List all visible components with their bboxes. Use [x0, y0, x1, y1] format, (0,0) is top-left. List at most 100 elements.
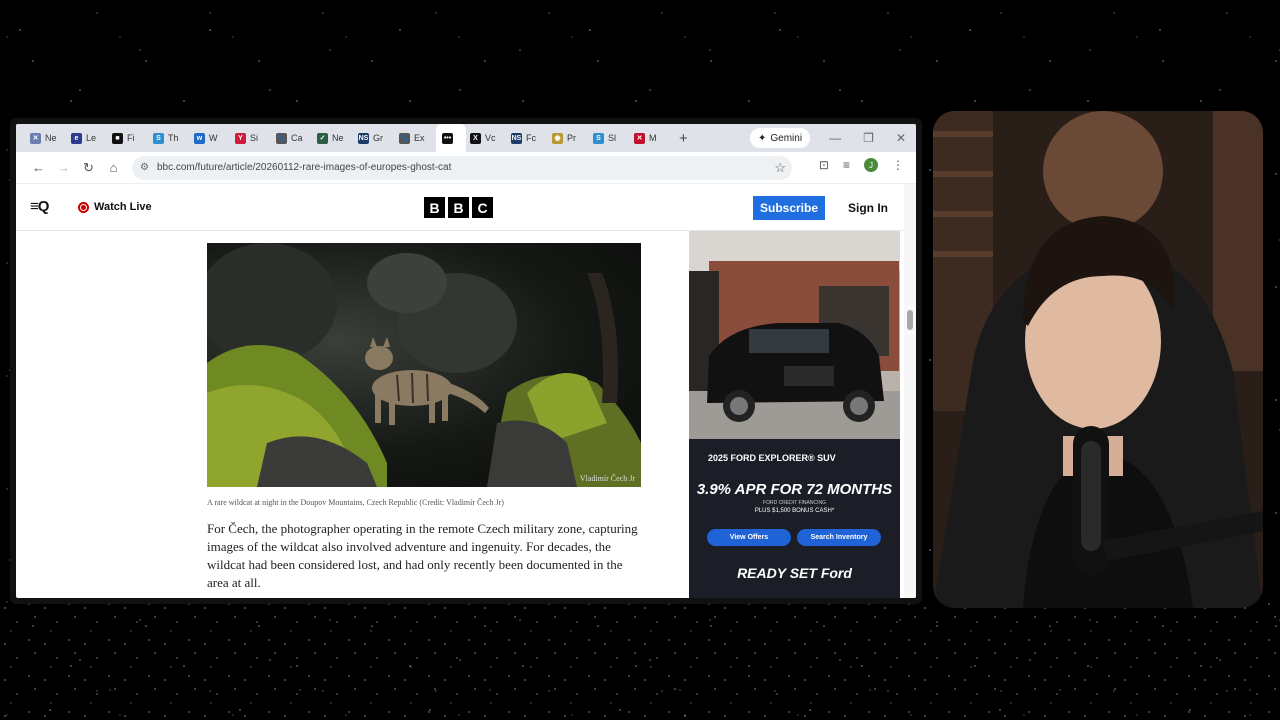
ad-financing-text: FORD CREDIT FINANCING — [763, 500, 826, 506]
tab-favicon-icon: 🐾 — [399, 132, 410, 144]
subscribe-button[interactable]: Subscribe — [753, 196, 825, 220]
profile-avatar[interactable]: J — [864, 158, 878, 172]
tab[interactable]: ■ Fi — [108, 124, 149, 152]
tab-favicon-icon: Y — [235, 132, 246, 144]
tab-bar: ✕NeeLe■FiSThwWYSi🐾Ca✓NeNSGr🐾Ex•••✕XVcNSF… — [16, 124, 916, 152]
ford-advertisement[interactable]: 2025 FORD EXPLORER® SUV 3.9% APR FOR 72 … — [689, 231, 900, 598]
window-controls: — ❐ ✕ — [829, 124, 906, 152]
tab-favicon-icon: ••• — [442, 132, 453, 144]
url-field[interactable]: ⚙ bbc.com/future/article/20260112-rare-i… — [132, 155, 792, 180]
tab[interactable]: Y Si — [231, 124, 272, 152]
tab[interactable]: 🐾 Ca — [272, 124, 313, 152]
logo-block-1: B — [424, 197, 445, 218]
tab[interactable]: NS Gr — [354, 124, 395, 152]
forward-icon[interactable]: → — [51, 160, 76, 175]
tab[interactable]: ✕ Ne — [26, 124, 67, 152]
address-bar-row: ← → ↻ ⌂ ⚙ bbc.com/future/article/2026011… — [16, 152, 916, 184]
logo-block-3: C — [472, 197, 493, 218]
tab-label: Ne — [332, 133, 344, 143]
sign-in-link[interactable]: Sign In — [848, 201, 888, 215]
tab[interactable]: wW — [190, 124, 231, 152]
view-offers-button[interactable]: View Offers — [707, 529, 791, 546]
bbc-header: ≡Q Watch Live B B C Subscribe Sign In — [16, 184, 904, 231]
back-icon[interactable]: ← — [26, 160, 51, 175]
maximize-icon[interactable]: ❐ — [863, 131, 874, 145]
tab-label: W — [209, 133, 218, 143]
tab[interactable]: ✓ Ne — [313, 124, 354, 152]
tab-label: Vc — [485, 133, 496, 143]
tab-label: M — [649, 133, 657, 143]
ad-model-text: 2025 FORD EXPLORER® SUV — [708, 453, 836, 463]
tab-favicon-icon: ■ — [112, 132, 123, 144]
ad-car-photo — [689, 231, 900, 439]
gemini-label: Gemini — [770, 132, 803, 144]
bbc-logo[interactable]: B B C — [424, 197, 493, 218]
tab-label: Gr — [373, 133, 383, 143]
tab-favicon-icon: ✕ — [30, 132, 41, 144]
tab-favicon-icon: 🐾 — [276, 132, 287, 144]
tab-label: Sl — [608, 133, 617, 143]
ad-apr-text: 3.9% APR FOR 72 MONTHS — [696, 481, 893, 498]
tab-favicon-icon: ✓ — [317, 132, 328, 144]
watch-live-link[interactable]: Watch Live — [78, 201, 152, 213]
tab[interactable]: ◉ Pr — [548, 124, 589, 152]
home-icon[interactable]: ⌂ — [101, 160, 126, 175]
streamer-webcam-image — [933, 111, 1263, 608]
tab[interactable]: X Vc — [466, 124, 507, 152]
menu-search-icon[interactable]: ≡Q — [30, 198, 49, 215]
watch-live-label: Watch Live — [94, 201, 152, 213]
browser-window: ✕NeeLe■FiSThwWYSi🐾Ca✓NeNSGr🐾Ex•••✕XVcNSF… — [16, 124, 916, 598]
ad-slogan: READY SET Ford — [737, 565, 852, 581]
sparkle-icon: ✦ — [758, 132, 767, 144]
tab-favicon-icon: S — [593, 132, 604, 144]
article-paragraph: For Čech, the photographer operating in … — [207, 521, 638, 590]
tab[interactable]: 🐾 Ex — [395, 124, 436, 152]
site-settings-icon[interactable]: ⚙ — [140, 162, 149, 173]
live-dot-icon — [78, 201, 89, 213]
tab-favicon-icon: ◉ — [552, 132, 563, 144]
tab-active[interactable]: •••✕ — [436, 124, 466, 152]
tab-strip: ✕NeeLe■FiSThwWYSi🐾Ca✓NeNSGr🐾Ex•••✕XVcNSF… — [26, 124, 671, 152]
page-scrollbar[interactable] — [904, 184, 916, 598]
webcam-overlay — [933, 111, 1263, 608]
kebab-menu-icon[interactable]: ⋮ — [892, 158, 904, 172]
bookmark-star-icon[interactable]: ☆ — [774, 160, 786, 176]
ad-cash-text: PLUS $1,500 BONUS CASH* — [754, 508, 835, 514]
tab-favicon-icon: X — [470, 132, 481, 144]
tab-label: Pr — [567, 133, 576, 143]
tab-label: Ne — [45, 133, 57, 143]
tab-favicon-icon: NS — [358, 132, 369, 144]
url-text: bbc.com/future/article/20260112-rare-ima… — [156, 162, 452, 173]
tab-favicon-icon: NS — [511, 132, 522, 144]
reading-list-icon[interactable]: ≡ — [843, 158, 850, 172]
tab-label: Ex — [414, 133, 425, 143]
scrollbar-thumb[interactable] — [907, 310, 913, 330]
logo-block-2: B — [448, 197, 469, 218]
tab-favicon-icon: w — [194, 132, 205, 144]
tab[interactable]: S Th — [149, 124, 190, 152]
search-inventory-button[interactable]: Search Inventory — [797, 529, 881, 546]
tab-favicon-icon: S — [153, 132, 164, 144]
wildcat-illustration — [207, 243, 641, 487]
photo-credit: Vladimír Čech Jr — [579, 474, 635, 483]
tab-favicon-icon: e — [71, 132, 82, 144]
gemini-button[interactable]: ✦ Gemini — [750, 128, 811, 148]
tab[interactable]: S Sl — [589, 124, 630, 152]
tab[interactable]: ✕ M — [630, 124, 671, 152]
tab-label: Le — [86, 133, 97, 143]
close-window-icon[interactable]: ✕ — [896, 131, 906, 145]
minimize-icon[interactable]: — — [829, 131, 841, 145]
tab[interactable]: e Le — [67, 124, 108, 152]
tab-label: Fi — [127, 133, 135, 143]
tab-label: Si — [250, 133, 259, 143]
lens-icon[interactable]: ⊡ — [819, 158, 829, 172]
starfield-bottom-band — [0, 600, 1280, 720]
tab[interactable]: NS Fc — [507, 124, 548, 152]
tab-favicon-icon: ✕ — [634, 132, 645, 144]
tab-label: Fc — [526, 133, 536, 143]
toolbar-right: ⊡ ≡ J ⋮ — [819, 158, 904, 172]
reload-icon[interactable]: ↻ — [76, 160, 101, 176]
new-tab-button[interactable]: + — [679, 130, 688, 147]
wildcat-photo: Vladimír Čech Jr — [207, 243, 641, 487]
tab-label: Th — [168, 133, 179, 143]
